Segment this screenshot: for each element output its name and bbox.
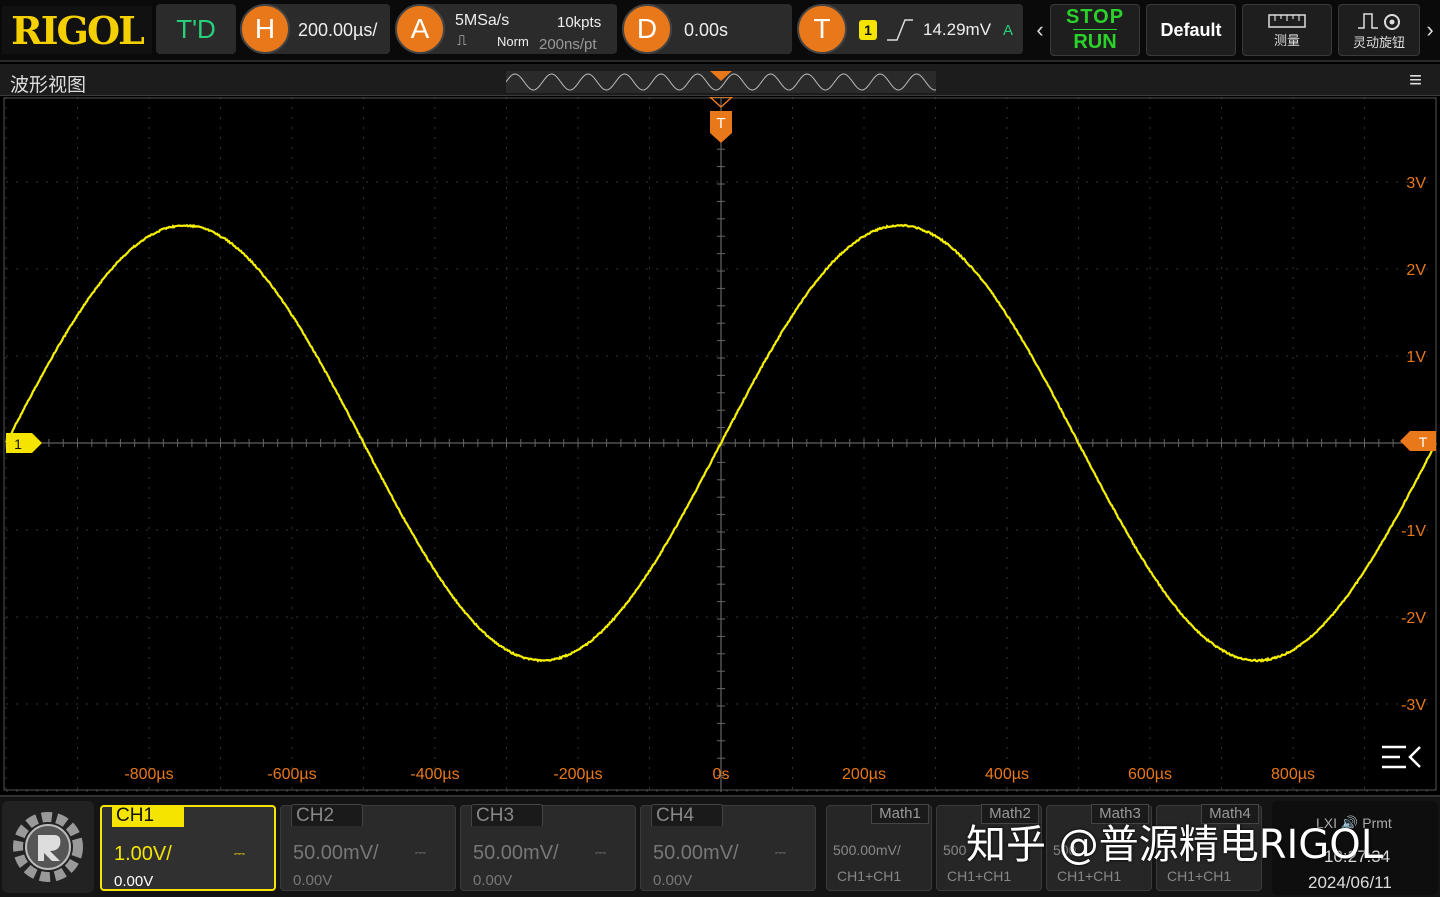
x-tick-label: 400µs <box>985 766 1029 783</box>
chevron-right-icon[interactable]: › <box>1423 4 1437 56</box>
ch1-box[interactable]: CH1 1.00V/ ⎓ 0.00V <box>100 805 276 891</box>
ch1-tab: CH1 <box>112 805 184 827</box>
x-tick-label: 200µs <box>842 766 886 783</box>
td-button[interactable]: T'D <box>156 4 236 54</box>
rigol-gear-icon <box>8 807 88 887</box>
rising-edge-icon <box>885 16 915 44</box>
ch3-scale: 50.00mV/ <box>473 842 559 865</box>
scope-grid: 3V 2V 1V -1V -2V -3V -800µs -600µs -400µs -200µs… <box>0 97 1440 792</box>
run-label: RUN <box>1073 29 1116 54</box>
ruler-icon <box>1267 12 1307 30</box>
ch3-box[interactable]: CH3 50.00mV/ ⎓ 0.00V <box>460 805 636 891</box>
measure-button[interactable]: 测量 <box>1242 4 1332 56</box>
trigger-mode: A <box>1003 22 1013 39</box>
ch2-coupling-icon: ⎓ <box>415 844 425 861</box>
horizontal-button[interactable]: H <box>240 4 290 54</box>
ch4-coupling-icon: ⎓ <box>775 844 785 861</box>
ch1-offset: 0.00V <box>114 873 153 890</box>
sample-rate: 5MSa/s <box>455 12 509 30</box>
default-button[interactable]: Default <box>1146 4 1236 56</box>
y-tick-label: 2V <box>1406 262 1426 279</box>
overview-trigger-marker <box>710 71 732 81</box>
ch3-coupling-icon: ⎓ <box>595 844 605 861</box>
knob-wave-icon <box>1356 10 1402 32</box>
navigation-gear-button[interactable] <box>2 801 94 893</box>
delay-value: 0.00s <box>684 20 728 41</box>
ch1-coupling-icon: ⎓ <box>234 845 244 862</box>
trigger-level-label: T <box>1419 434 1428 450</box>
ch4-scale: 50.00mV/ <box>653 842 739 865</box>
stop-label: STOP <box>1066 6 1124 29</box>
chevron-left-icon[interactable]: ‹ <box>1033 4 1047 56</box>
overview-wave <box>506 71 936 93</box>
waveform-overview[interactable] <box>506 71 936 93</box>
ch4-box[interactable]: CH4 50.00mV/ ⎓ 0.00V <box>640 805 816 891</box>
ch3-tab: CH3 <box>471 804 543 826</box>
delay-button[interactable]: D <box>622 4 672 54</box>
quick-menu-icon[interactable] <box>1382 747 1420 767</box>
y-tick-label: -3V <box>1401 697 1426 714</box>
math1-source: CH1+CH1 <box>837 868 901 884</box>
y-tick-label: -1V <box>1401 523 1426 540</box>
acquire-mode: Norm <box>497 34 529 49</box>
x-tick-label: 0s <box>713 766 730 783</box>
timebase-value: 200.00µs/ <box>298 20 377 41</box>
x-tick-label: -600µs <box>267 766 316 783</box>
ch4-tab: CH4 <box>651 804 723 826</box>
knob-button[interactable]: 灵动旋钮 <box>1338 4 1420 56</box>
x-tick-label: 600µs <box>1128 766 1172 783</box>
acquire-mode-icon: ⎍ <box>457 32 467 49</box>
math1-tab: Math1 <box>871 804 929 824</box>
time-per-point: 200ns/pt <box>539 36 597 53</box>
waveform-view-title: 波形视图 <box>10 70 86 97</box>
acquire-button[interactable]: A <box>395 4 445 54</box>
ch1-scale: 1.00V/ <box>114 843 172 866</box>
math4-source: CH1+CH1 <box>1167 868 1231 884</box>
ch2-box[interactable]: CH2 50.00mV/ ⎓ 0.00V <box>280 805 456 891</box>
trigger-level: 14.29mV <box>923 20 991 40</box>
memory-depth: 10kpts <box>557 14 601 31</box>
y-tick-label: 1V <box>1406 349 1426 366</box>
trigger-level-marker[interactable]: T <box>1400 431 1436 451</box>
math3-source: CH1+CH1 <box>1057 868 1121 884</box>
y-tick-label: 3V <box>1406 175 1426 192</box>
ch1-offset-marker[interactable]: 1 <box>6 433 42 453</box>
ch1-marker-label: 1 <box>14 436 22 452</box>
x-tick-label: 800µs <box>1271 766 1315 783</box>
y-tick-label: -2V <box>1401 610 1426 627</box>
ch2-scale: 50.00mV/ <box>293 842 379 865</box>
x-tick-label: -800µs <box>124 766 173 783</box>
watermark: 知乎 @普源精电RIGOL <box>966 812 1383 870</box>
ch2-offset: 0.00V <box>293 872 332 889</box>
acquire-group[interactable]: A 5MSa/s 10kpts ⎍ Norm 200ns/pt <box>395 4 617 54</box>
ch4-offset: 0.00V <box>653 872 692 889</box>
knob-label: 灵动旋钮 <box>1353 32 1405 51</box>
ch2-tab: CH2 <box>291 804 363 826</box>
stop-run-button[interactable]: STOP RUN <box>1050 4 1140 56</box>
math2-scale: 500 <box>943 842 966 858</box>
x-tick-label: -400µs <box>410 766 459 783</box>
horizontal-group[interactable]: H 200.00µs/ <box>240 4 390 54</box>
trigger-position-label: T <box>716 115 725 132</box>
top-toolbar: RIGOL T'D H 200.00µs/ A 5MSa/s 10kpts ⎍ … <box>0 0 1440 62</box>
waveform-display[interactable]: 3V 2V 1V -1V -2V -3V -800µs -600µs -400µs -200µs… <box>0 97 1440 792</box>
math1-box[interactable]: Math1 500.00mV/ CH1+CH1 <box>826 805 932 891</box>
measure-label: 测量 <box>1274 30 1300 49</box>
menu-icon[interactable]: ≡ <box>1409 70 1422 90</box>
clock-date: 2024/06/11 <box>1308 873 1392 893</box>
ch3-offset: 0.00V <box>473 872 512 889</box>
rigol-logo: RIGOL <box>2 6 152 54</box>
math1-scale: 500.00mV/ <box>833 842 901 858</box>
delay-group[interactable]: D 0.00s <box>622 4 792 54</box>
trigger-button[interactable]: T <box>797 4 847 54</box>
trigger-group[interactable]: T 1 14.29mV A <box>797 4 1023 54</box>
x-tick-label: -200µs <box>553 766 602 783</box>
math2-source: CH1+CH1 <box>947 868 1011 884</box>
trigger-source-badge: 1 <box>859 20 877 40</box>
